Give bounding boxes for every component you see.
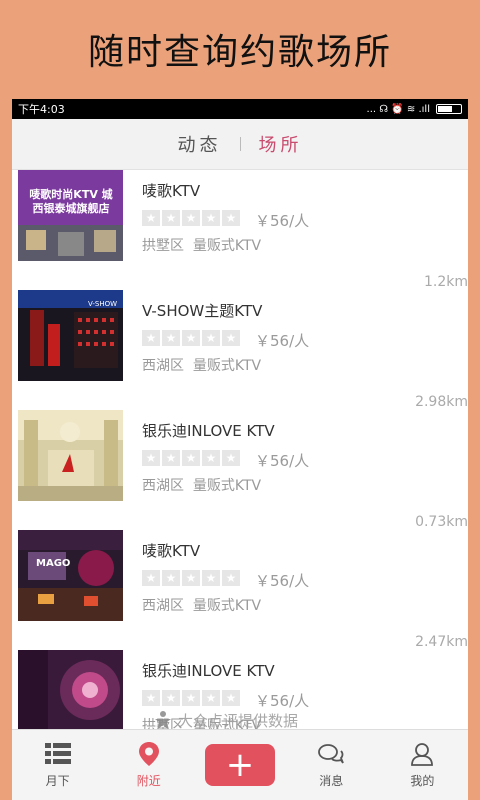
nav-label: 月下	[45, 773, 70, 788]
dianping-logo-icon	[155, 711, 171, 730]
star-icon: ★	[202, 570, 220, 586]
list-item[interactable]: MAGO 唛歌KTV ★ ★ ★ ★ ★ ￥56/人 西湖区 量贩式KTV 2.47km	[12, 530, 468, 650]
status-indicator-icons: ... ☊ ⏰ ≋ .ıll	[366, 103, 430, 115]
venue-meta: 拱墅区 量贩式KTV	[142, 235, 261, 255]
nav-add[interactable]: +	[194, 744, 285, 786]
star-icon: ★	[202, 330, 220, 346]
tab-venues[interactable]: 场所	[241, 131, 321, 157]
venue-name: 银乐迪INLOVE KTV	[142, 422, 275, 440]
promo-banner: 随时查询约歌场所	[0, 0, 480, 98]
venue-type: 量贩式KTV	[192, 238, 262, 254]
plus-icon: +	[225, 745, 255, 785]
star-icon: ★	[202, 690, 220, 706]
venue-distance: 2.98km	[415, 394, 468, 410]
star-icon: ★	[202, 450, 220, 466]
venue-name: 唛歌KTV	[142, 542, 201, 560]
venue-name: V-SHOW主题KTV	[142, 302, 263, 320]
nav-profile[interactable]: 我的	[377, 742, 468, 789]
venue-name: 银乐迪INLOVE KTV	[142, 662, 275, 680]
venue-distance: 1.2km	[423, 274, 468, 290]
venue-thumbnail: 唛歌时尚KTV 城西银泰城旗舰店	[18, 170, 123, 261]
venue-district: 西湖区	[142, 598, 184, 614]
venue-type: 量贩式KTV	[192, 598, 262, 614]
venue-price: ￥56/人	[255, 452, 310, 470]
venue-thumbnail: MAGO	[18, 530, 123, 621]
star-icon: ★	[182, 450, 200, 466]
venue-thumbnail	[18, 650, 123, 730]
venue-price: ￥56/人	[255, 572, 310, 590]
thumb-caption: 唛歌时尚KTV 城西银泰城旗舰店	[29, 188, 113, 215]
nav-nearby[interactable]: 附近	[103, 741, 194, 789]
star-icon: ★	[182, 570, 200, 586]
list-item[interactable]: V-SHOW V-SHOW主题KTV ★ ★ ★ ★ ★ ￥56/人 西湖区 量贩式KT…	[12, 290, 468, 410]
venue-district: 西湖区	[142, 358, 184, 374]
star-icon: ★	[162, 570, 180, 586]
star-icon: ★	[142, 690, 160, 706]
star-icon: ★	[222, 210, 240, 226]
star-icon: ★	[222, 330, 240, 346]
venue-name: 唛歌KTV	[142, 182, 201, 200]
star-icon: ★	[222, 450, 240, 466]
venue-thumbnail	[18, 410, 123, 501]
venue-price: ￥56/人	[255, 692, 310, 710]
chat-bubbles-icon	[318, 742, 345, 766]
list-item[interactable]: 银乐迪INLOVE KTV ★ ★ ★ ★ ★ ￥56/人 西湖区 量贩式KTV 0.7…	[12, 410, 468, 530]
venue-type: 量贩式KTV	[192, 478, 262, 494]
phone-screen: 下午4:03 ... ☊ ⏰ ≋ .ıll 动态 场所 唛歌时尚KTV 城西银泰	[12, 99, 468, 800]
venue-type: 量贩式KTV	[192, 358, 262, 374]
banner-title: 随时查询约歌场所	[87, 32, 392, 73]
star-icon: ★	[222, 570, 240, 586]
venue-price: ￥56/人	[255, 332, 310, 350]
nav-label: 消息	[319, 773, 344, 788]
venue-distance: 0.73km	[415, 514, 468, 530]
star-icon: ★	[142, 330, 160, 346]
star-icon: ★	[162, 330, 180, 346]
location-pin-icon	[136, 741, 162, 766]
star-icon: ★	[202, 210, 220, 226]
venue-meta: 西湖区 量贩式KTV	[142, 475, 261, 495]
venue-thumbnail: V-SHOW	[18, 290, 123, 381]
nav-label: 附近	[136, 773, 161, 788]
rating-stars: ★ ★ ★ ★ ★	[142, 690, 240, 706]
nav-messages[interactable]: 消息	[286, 742, 377, 789]
battery-icon	[436, 104, 462, 114]
rating-stars: ★ ★ ★ ★ ★	[142, 570, 240, 586]
nav-yuexia[interactable]: 月下	[12, 742, 103, 789]
star-icon: ★	[222, 690, 240, 706]
venue-meta: 西湖区 量贩式KTV	[142, 595, 261, 615]
status-icons: ... ☊ ⏰ ≋ .ıll	[367, 104, 462, 115]
rating-stars: ★ ★ ★ ★ ★	[142, 330, 240, 346]
star-icon: ★	[182, 210, 200, 226]
list-item[interactable]: 唛歌时尚KTV 城西银泰城旗舰店 唛歌KTV ★ ★ ★ ★ ★ ￥56/人 拱墅区 量…	[12, 170, 468, 290]
venue-price: ￥56/人	[255, 212, 310, 230]
venue-district: 西湖区	[142, 478, 184, 494]
venue-distance: 2.47km	[415, 634, 468, 650]
star-icon: ★	[182, 690, 200, 706]
rating-stars: ★ ★ ★ ★ ★	[142, 450, 240, 466]
venue-district: 拱墅区	[142, 238, 184, 254]
thumb-caption: MAGO	[36, 558, 71, 569]
star-icon: ★	[142, 570, 160, 586]
watermark-text: 大众点评提供数据	[178, 711, 299, 730]
star-icon: ★	[162, 210, 180, 226]
star-icon: ★	[162, 690, 180, 706]
nav-label: 我的	[410, 773, 435, 788]
tab-bar: 动态 场所	[12, 119, 468, 170]
status-time: 下午4:03	[18, 103, 65, 116]
status-bar: 下午4:03 ... ☊ ⏰ ≋ .ıll	[12, 99, 468, 119]
add-button[interactable]: +	[205, 744, 275, 786]
data-source-watermark: 大众点评提供数据	[152, 709, 298, 731]
star-icon: ★	[142, 210, 160, 226]
tab-feed[interactable]: 动态	[160, 131, 240, 157]
person-icon	[409, 742, 435, 766]
star-icon: ★	[182, 330, 200, 346]
star-icon: ★	[142, 450, 160, 466]
thumb-caption: V-SHOW	[88, 300, 118, 308]
list-icon	[44, 742, 71, 766]
venue-list[interactable]: 唛歌时尚KTV 城西银泰城旗舰店 唛歌KTV ★ ★ ★ ★ ★ ￥56/人 拱墅区 量…	[12, 170, 468, 730]
star-icon: ★	[162, 450, 180, 466]
rating-stars: ★ ★ ★ ★ ★	[142, 210, 240, 226]
venue-meta: 西湖区 量贩式KTV	[142, 355, 261, 375]
bottom-nav: 月下 附近 + 消息 我的	[12, 729, 468, 800]
